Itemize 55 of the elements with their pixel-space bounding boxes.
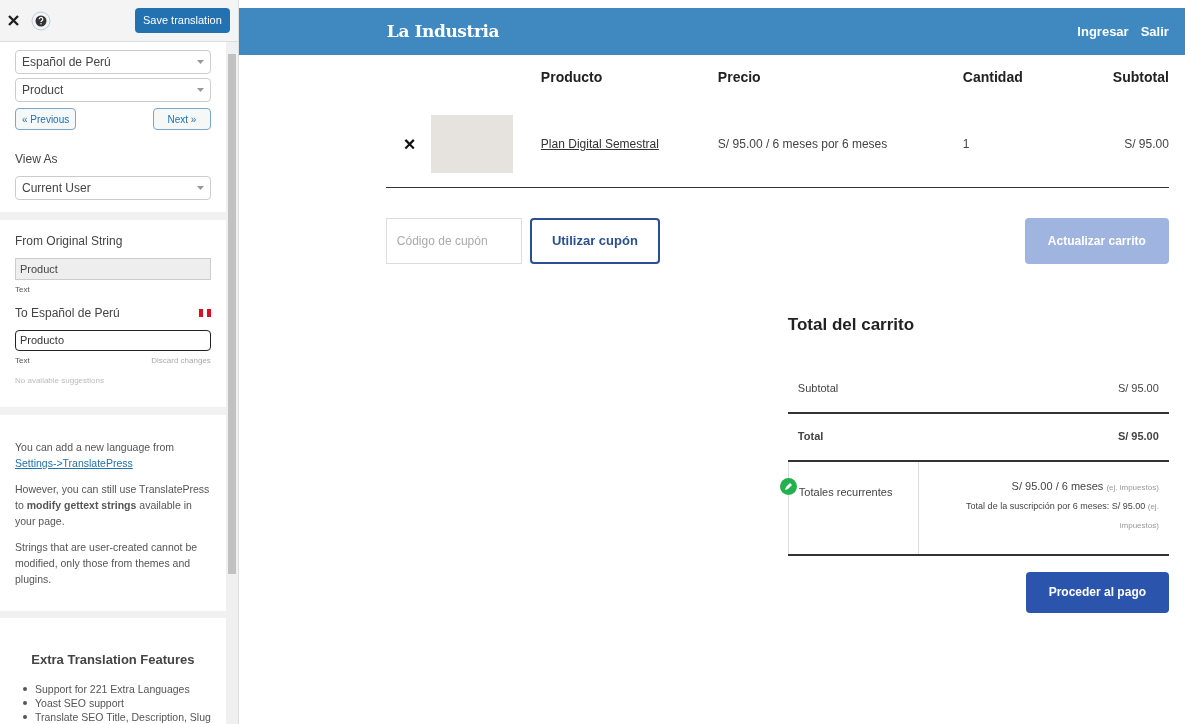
from-label: From Original String — [15, 232, 124, 250]
to-label: To Español de Perú — [15, 304, 120, 322]
feature-item: Support for 221 Extra Languages — [35, 682, 190, 696]
language-select[interactable]: Español de Perú — [15, 50, 211, 74]
type-label: Text — [15, 354, 30, 367]
translation-field[interactable]: Producto — [15, 329, 211, 351]
totals-label: Subtotal — [797, 381, 839, 397]
bullet-icon — [23, 715, 27, 719]
totals-title: Total del carrito — [787, 314, 916, 336]
checkout-button[interactable]: Proceder al pago — [1025, 571, 1169, 613]
totals-label: Totales recurrentes — [798, 485, 893, 498]
totals-label: Total — [797, 429, 824, 445]
bullet-icon — [23, 687, 27, 691]
recurring-amount: Total de la suscripción por 6 meses: S/ 95.00 (ej. impuestos) — [965, 499, 1159, 532]
product-link[interactable]: Plan Digital Semestral — [540, 134, 718, 153]
edit-pencil-icon[interactable] — [779, 477, 797, 495]
column-header: Producto — [540, 68, 604, 87]
quantity-cell-text: 1 — [962, 135, 971, 153]
coupon-field[interactable]: Código de cupón — [385, 218, 522, 264]
column-header: Subtotal — [1111, 68, 1169, 87]
help-icon[interactable] — [31, 10, 51, 31]
recurring-amount: S/ 95.00 / 6 meses (ej. impuestos) — [1011, 478, 1159, 494]
type-label: Text — [15, 283, 31, 296]
column-header: Precio — [717, 68, 762, 87]
info-paragraph: Strings that are user-created cannot be modified, only those from themes and plugins. — [15, 539, 199, 587]
settings-link[interactable]: Settings->TranslatePress — [15, 456, 133, 469]
feature-item: Yoast SEO support — [35, 696, 124, 710]
close-icon[interactable] — [8, 15, 19, 26]
original-string-field[interactable]: Product — [15, 257, 211, 280]
info-paragraph: You can add a new language from Settings->TranslatePress — [15, 439, 175, 471]
totals-value: S/ 95.00 — [1117, 429, 1159, 445]
flag-icon — [198, 308, 211, 317]
apply-coupon-button[interactable]: Utilizar cupón — [529, 218, 660, 264]
string-select[interactable]: Product — [15, 78, 211, 102]
caret-icon — [196, 186, 204, 190]
caret-icon — [196, 60, 204, 64]
site-logo[interactable]: La Industria — [386, 18, 500, 45]
view-as-select[interactable]: Current User — [15, 176, 211, 200]
header-link[interactable]: Ingresar — [1077, 21, 1129, 42]
suggestions-text: No available suggestions — [15, 374, 105, 387]
caret-icon — [196, 88, 204, 92]
subtotal-cell-text: S/ 95.00 — [1123, 135, 1169, 153]
feature-item: Translate SEO Title, Description, Slug — [35, 710, 211, 724]
column-header: Cantidad — [962, 68, 1024, 87]
next-button[interactable]: Next » — [152, 108, 211, 130]
price-cell-text: S/ 95.00 / 6 meses por 6 meses — [717, 135, 889, 153]
save-translation-button[interactable]: Save translation — [134, 8, 230, 33]
view-as-label: View As — [15, 151, 59, 168]
remove-button[interactable]: × — [403, 133, 416, 154]
previous-button[interactable]: « Previous — [15, 108, 77, 130]
header-link[interactable]: Salir — [1140, 21, 1169, 42]
bullet-icon — [23, 701, 27, 705]
features-title: Extra Translation Features — [30, 651, 196, 670]
totals-value: S/ 95.00 — [1117, 381, 1159, 397]
info-paragraph: However, you can still use TranslatePress to modify gettext strings available in your page. — [15, 481, 211, 529]
